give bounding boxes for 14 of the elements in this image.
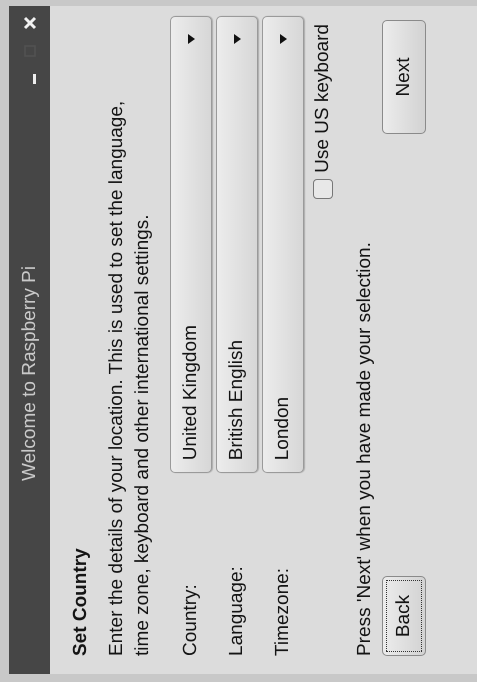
field-label: Timezone:: [272, 567, 294, 656]
dropdown[interactable]: United Kingdom: [170, 16, 212, 474]
description-text: time zone, keyboard and other international settings.: [131, 214, 154, 656]
description-text: Enter the details of your location. This is used to set the language,: [105, 100, 128, 656]
window-title: Welcome to Raspberry Pi: [18, 266, 40, 481]
field-label: Language:: [226, 565, 248, 656]
dropdown[interactable]: London: [262, 16, 304, 474]
heading: Set Country: [70, 547, 92, 656]
back-button[interactable]: Back: [382, 576, 426, 656]
next-button[interactable]: Next: [382, 20, 426, 134]
dropdown[interactable]: British English: [216, 16, 258, 474]
field-label: Country:: [180, 583, 202, 656]
checkbox[interactable]: Use US keyboard: [312, 24, 334, 199]
hint-text: Press 'Next' when you have made your selection.: [354, 241, 376, 656]
